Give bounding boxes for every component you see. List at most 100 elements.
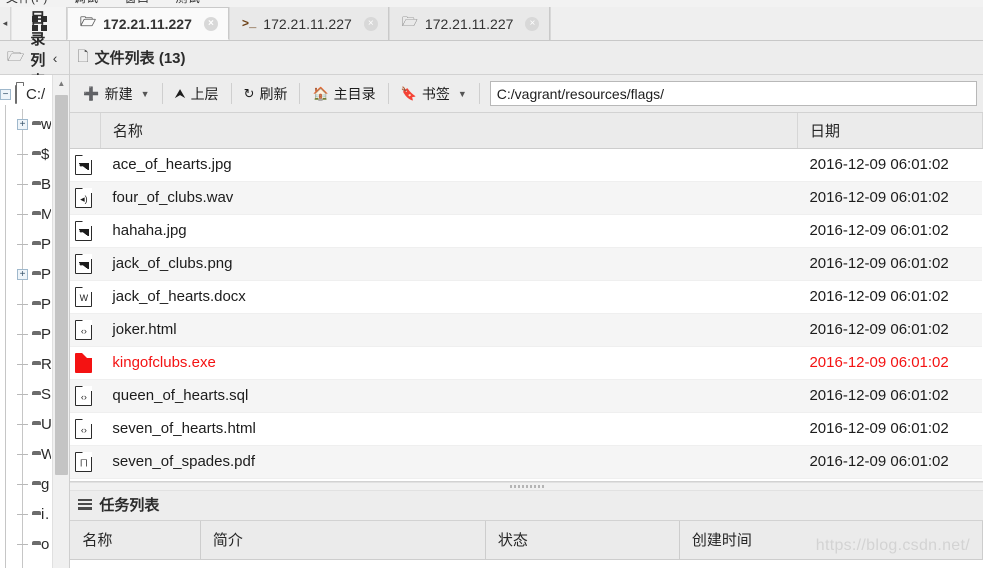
tab-bar-filler	[550, 7, 983, 40]
file-name-cell[interactable]: seven_of_hearts.html	[100, 412, 798, 446]
tab-session-2-label: 172.21.11.227	[263, 15, 352, 32]
address-input[interactable]	[489, 81, 977, 106]
tree-node-program-files-x86[interactable]: + Program Files (x86)	[0, 259, 51, 289]
tree-node-label: Users	[41, 415, 52, 433]
tree-node-users[interactable]: Users	[0, 409, 51, 439]
tab-session-3-label: 172.21.11.227	[424, 15, 514, 32]
tree-node-wamp[interactable]: + wamp	[0, 109, 51, 139]
panel-splitter[interactable]	[70, 482, 983, 491]
expand-icon[interactable]: +	[17, 118, 28, 130]
task-table: 名称 简介 状态 创建时间	[70, 521, 983, 560]
file-name-cell[interactable]: joker.html	[100, 313, 798, 347]
file-row[interactable]: ⨅ seven_of_spades.pdf 2016-12-09 06:01:02	[70, 445, 983, 479]
tree-node-programdata[interactable]: ProgramData	[0, 319, 51, 349]
bookmark-button[interactable]: 🔖 书签 ▼	[392, 80, 476, 108]
file-outline-icon: 🗋	[77, 47, 89, 64]
file-name-cell[interactable]: jack_of_clubs.png	[100, 247, 798, 281]
tree-branch-line	[17, 243, 28, 245]
file-toolbar: ➕ 新建 ▼ ⮝ 上层 ↻ 刷新 🏠 主目录 🔖 书签 ▼ C:/vagrant…	[70, 75, 983, 113]
file-name-cell[interactable]: seven_of_spades.pdf	[100, 445, 798, 479]
file-icon-cell	[70, 214, 101, 248]
tab-session-3[interactable]: 🗁 172.21.11.227 ×	[388, 7, 551, 40]
file-name-cell[interactable]: queen_of_hearts.sql	[100, 379, 798, 413]
refresh-button[interactable]: ↻ 刷新	[235, 80, 297, 108]
file-name-cell[interactable]: kingofclubs.exe	[100, 346, 798, 380]
file-row[interactable]: ◂) four_of_clubs.wav 2016-12-09 06:01:02	[70, 181, 983, 215]
file-row[interactable]: hahaha.jpg 2016-12-09 06:01:02	[70, 214, 983, 248]
toolbar-separator	[161, 83, 163, 104]
expand-icon[interactable]: +	[17, 268, 28, 280]
file-row[interactable]: ace_of_hearts.jpg 2016-12-09 06:01:02	[70, 148, 983, 182]
file-name-cell[interactable]: jack_of_hearts.docx	[100, 280, 798, 314]
menu-item-1[interactable]: 调试	[74, 0, 99, 5]
file-icon-cell	[70, 148, 101, 182]
up-button[interactable]: ⮝ 上层	[166, 80, 228, 108]
file-table-header-row: 名称 日期	[70, 113, 983, 149]
tree-node-program-files[interactable]: Program Files	[0, 289, 51, 319]
file-row[interactable]: kingofclubs.exe 2016-12-09 06:01:02	[70, 346, 983, 380]
task-col-status-header[interactable]: 状态	[485, 521, 680, 560]
menu-item-2[interactable]: 窗口	[125, 0, 150, 5]
collapse-icon[interactable]: −	[0, 88, 11, 100]
tree-node-openjdk6[interactable]: openjdk6	[0, 529, 51, 559]
home-icon: 🏠	[312, 85, 329, 101]
tab-bar: ◂ 🗁 172.21.11.227 × >_ 172.21.11.227 × 🗁…	[0, 7, 983, 41]
file-icon-cell: ‹›	[70, 412, 101, 446]
tree-node-perflogs[interactable]: PerfLogs	[0, 229, 51, 259]
menu-item-0[interactable]: 文件(F)	[6, 0, 48, 5]
file-col-date-header[interactable]: 日期	[797, 113, 983, 149]
tree-node-manageengine[interactable]: ManageEngine	[0, 199, 51, 229]
tree-node-inetpub[interactable]: inetpub	[0, 499, 51, 529]
file-row[interactable]: Wjack_of_hearts.docx 2016-12-09 06:01:02	[70, 280, 983, 314]
tree-node-label: C:/	[26, 85, 46, 103]
file-name-cell[interactable]: ace_of_hearts.jpg	[100, 148, 798, 182]
tree-node-label: ProgramData	[41, 325, 52, 343]
file-date-cell: 2016-12-09 06:01:02	[797, 379, 983, 413]
directory-scrollbar[interactable]: ▲	[52, 75, 70, 568]
tree-node-glassfish[interactable]: glassfish	[0, 469, 51, 499]
collapse-panel-button[interactable]: ‹	[49, 50, 62, 66]
tree-node-label: PerfLogs	[41, 235, 52, 253]
close-icon[interactable]: ×	[525, 16, 540, 31]
file-icon-cell: ‹›	[70, 379, 101, 413]
tab-session-2[interactable]: >_ 172.21.11.227 ×	[228, 7, 389, 40]
tree-branch-line	[17, 393, 28, 395]
toolbar-separator	[478, 83, 480, 104]
code-file-icon: ‹›	[75, 319, 93, 340]
file-col-name-header[interactable]: 名称	[100, 113, 798, 149]
tab-scroll-left-icon[interactable]: ◂	[0, 7, 11, 40]
scrollbar-thumb[interactable]	[55, 95, 69, 475]
file-row[interactable]: ‹› seven_of_hearts.html 2016-12-09 06:01:0…	[70, 412, 983, 446]
file-row[interactable]: ‹› queen_of_hearts.sql 2016-12-09 06:01:02	[70, 379, 983, 413]
image-file-icon	[75, 253, 93, 274]
close-icon[interactable]: ×	[363, 16, 378, 31]
tree-node-c[interactable]: − C:/	[0, 79, 51, 109]
tree-node-system-volume-information[interactable]: System Volume Information	[0, 379, 51, 409]
menu-item-3[interactable]: 测试	[175, 0, 200, 5]
tree-node-recovery[interactable]: Recovery	[0, 349, 51, 379]
tree-node-recycle-bin[interactable]: $Recycle.Bin	[0, 139, 51, 169]
file-name-cell[interactable]: four_of_clubs.wav	[100, 181, 798, 215]
tree-branch-line	[17, 183, 28, 185]
task-col-created-header[interactable]: 创建时间	[679, 521, 983, 560]
tree-node-windows[interactable]: Windows	[0, 439, 51, 469]
chevron-down-icon[interactable]: ▼	[141, 89, 150, 99]
tree-node-boot[interactable]: Boot	[0, 169, 51, 199]
tree-node-label: Boot	[41, 175, 52, 193]
file-name-cell[interactable]: hahaha.jpg	[100, 214, 798, 248]
home-directory-button[interactable]: 🏠 主目录	[303, 80, 384, 108]
chevron-down-icon[interactable]: ▼	[458, 89, 467, 99]
scroll-up-icon[interactable]: ▲	[53, 75, 69, 92]
tree-node-label: glassfish	[41, 475, 51, 493]
toolbar-separator	[299, 83, 301, 104]
new-button[interactable]: ➕ 新建 ▼	[74, 80, 158, 108]
task-col-desc-header[interactable]: 简介	[200, 521, 486, 560]
menu-bar-items: 文件(F) 调试 窗口 测试	[6, 0, 222, 6]
task-col-name-header[interactable]: 名称	[70, 521, 201, 560]
file-row[interactable]: ‹› joker.html 2016-12-09 06:01:02	[70, 313, 983, 347]
file-icon-cell	[70, 346, 101, 380]
tab-session-1[interactable]: 🗁 172.21.11.227 ×	[67, 7, 229, 40]
close-icon[interactable]: ×	[203, 16, 218, 31]
file-row[interactable]: jack_of_clubs.png 2016-12-09 06:01:02	[70, 247, 983, 281]
tree-node-label: wamp	[41, 115, 52, 133]
